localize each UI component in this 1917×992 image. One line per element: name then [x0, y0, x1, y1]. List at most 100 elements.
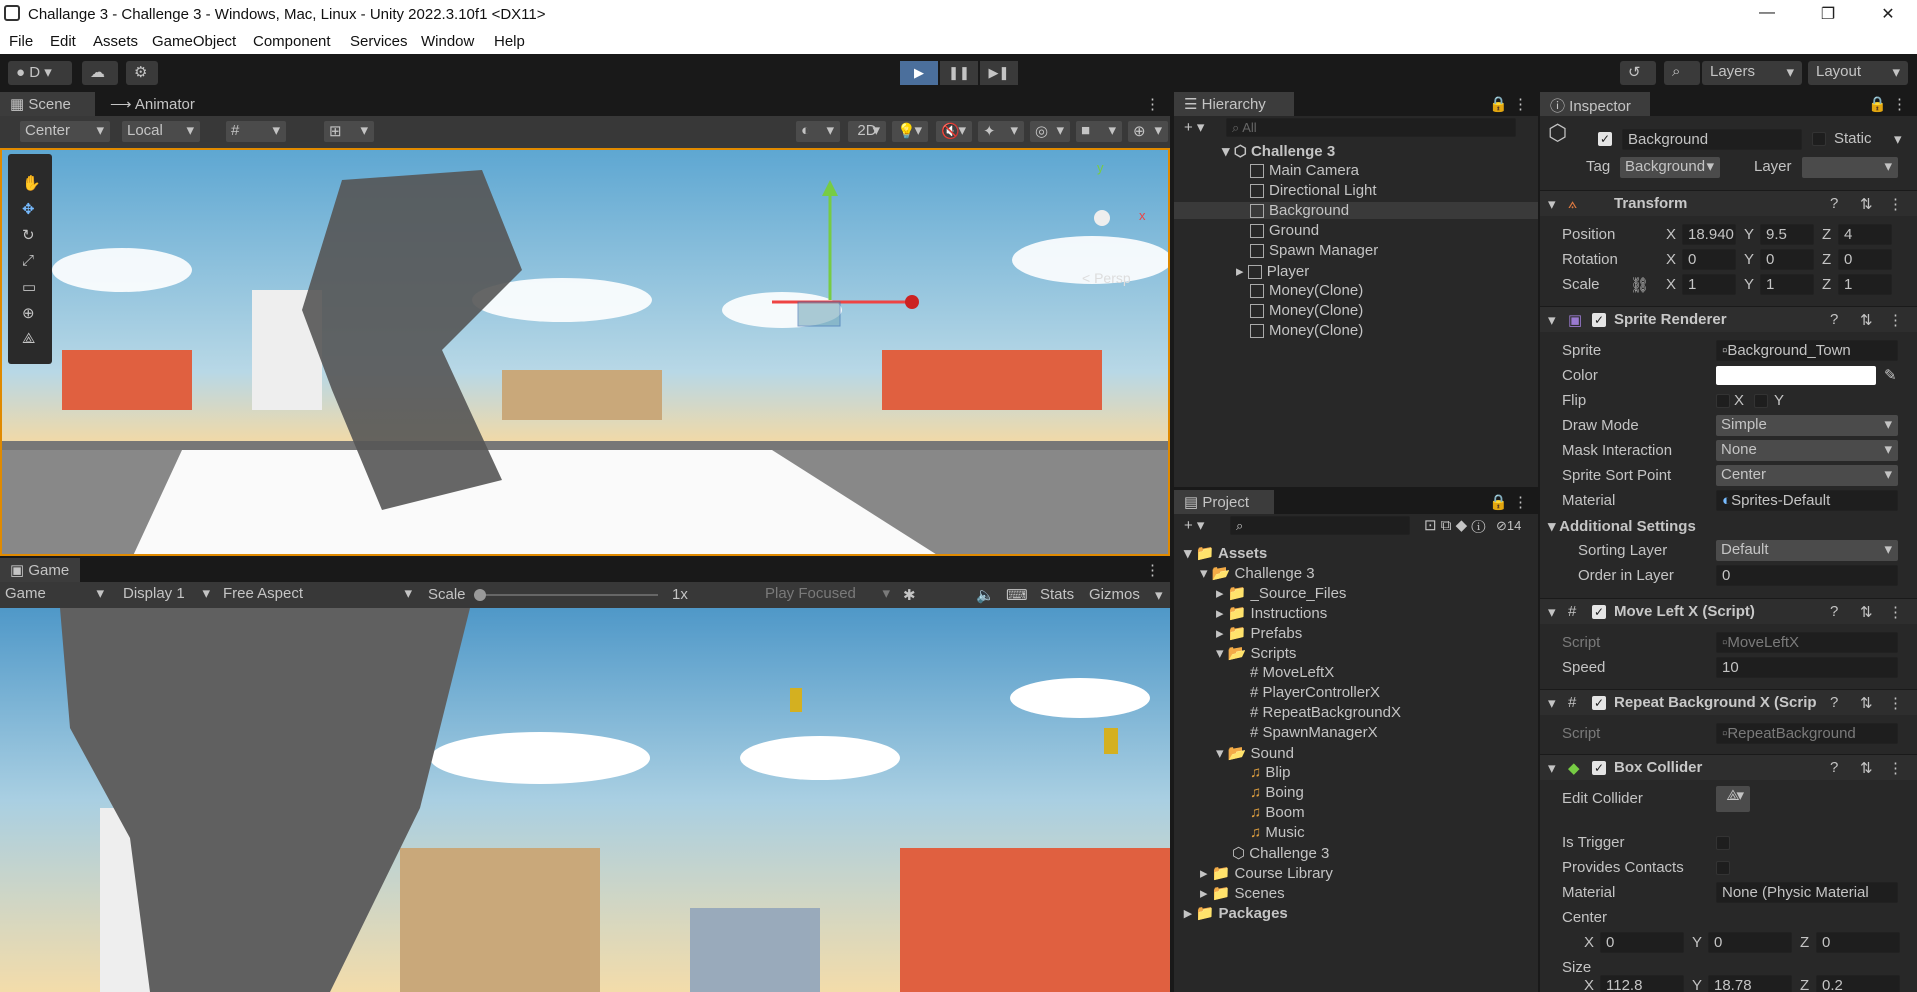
filter-icons[interactable]: ⊡ ⧉ ◆ ⓘ: [1424, 516, 1485, 534]
flip-y-checkbox[interactable]: [1754, 394, 1768, 408]
persp-label[interactable]: < Persp: [1082, 270, 1131, 286]
hierarchy-item[interactable]: Main Camera: [1250, 162, 1359, 179]
project-audio[interactable]: ♫ Music: [1250, 824, 1305, 841]
scale-slider-handle[interactable]: [474, 589, 486, 601]
hierarchy-search-input[interactable]: ⌕ All: [1226, 118, 1516, 137]
sorting-layer-dropdown[interactable]: Default: [1716, 540, 1898, 561]
tab-game[interactable]: ▣ Game: [0, 558, 80, 582]
minimize-icon[interactable]: —: [1752, 4, 1782, 22]
object-name-input[interactable]: Background: [1622, 129, 1802, 150]
flip-x-checkbox[interactable]: [1716, 394, 1730, 408]
project-scene[interactable]: ⬡ Challenge 3: [1232, 844, 1329, 862]
material-field[interactable]: ◐Sprites-Default: [1716, 490, 1898, 511]
repeat-bg-enabled-checkbox[interactable]: ✓: [1592, 696, 1606, 710]
preset-icon[interactable]: ⇅: [1860, 603, 1873, 621]
project-folder[interactable]: ▸ 📁 _Source_Files: [1216, 584, 1346, 602]
pause-button[interactable]: ❚❚: [940, 61, 978, 85]
scale-slider[interactable]: [474, 589, 658, 601]
is-trigger-checkbox[interactable]: [1716, 836, 1730, 850]
provides-contacts-checkbox[interactable]: [1716, 861, 1730, 875]
transform-header[interactable]: ▾ ⟑ Transform ? ⇅ ⋮: [1540, 190, 1917, 216]
kebab-menu-icon[interactable]: ⋮: [1513, 95, 1528, 113]
effects-dropdown[interactable]: ✦: [978, 121, 1024, 142]
rotation-y-input[interactable]: 0: [1760, 249, 1814, 270]
shading-dropdown[interactable]: ◐: [796, 121, 840, 142]
kebab-menu-icon[interactable]: ⋮: [1513, 493, 1528, 511]
sprite-field[interactable]: ▫Background_Town: [1716, 340, 1898, 361]
add-icon[interactable]: + ▾: [1184, 118, 1204, 136]
close-icon[interactable]: ✕: [1873, 4, 1903, 24]
scale-tool-icon[interactable]: ⤢: [22, 252, 34, 269]
stats-button[interactable]: Stats: [1040, 586, 1074, 603]
project-search-input[interactable]: ⌕: [1230, 516, 1410, 535]
sprite-renderer-enabled-checkbox[interactable]: ✓: [1592, 313, 1606, 327]
shortcuts-icon[interactable]: ⌨: [1006, 586, 1028, 604]
scale-y-input[interactable]: 1: [1760, 274, 1814, 295]
center-y-input[interactable]: 0: [1708, 932, 1792, 953]
hierarchy-item[interactable]: Money(Clone): [1250, 302, 1363, 319]
mode-2d-toggle[interactable]: 2D: [848, 121, 886, 142]
move-left-enabled-checkbox[interactable]: ✓: [1592, 605, 1606, 619]
kebab-menu-icon[interactable]: ⋮: [1892, 95, 1907, 113]
repeat-bg-header[interactable]: ▾ # ✓ Repeat Background X (Scrip ? ⇅ ⋮: [1540, 689, 1917, 715]
eyedropper-icon[interactable]: ✎: [1884, 366, 1897, 384]
lock-icon[interactable]: 🔒: [1489, 95, 1508, 113]
project-folder[interactable]: ▸ 📁 Course Library: [1200, 864, 1333, 882]
view-dropdown[interactable]: Game: [0, 584, 110, 605]
tab-hierarchy[interactable]: ☰ Hierarchy: [1174, 92, 1294, 116]
rect-tool-icon[interactable]: ▭: [22, 278, 36, 296]
cloud-icon[interactable]: ☁: [82, 61, 118, 85]
hierarchy-item[interactable]: ▸ Player: [1236, 262, 1309, 280]
active-checkbox[interactable]: ✓: [1598, 132, 1612, 146]
preset-icon[interactable]: ⇅: [1860, 694, 1873, 712]
project-script[interactable]: # SpawnManagerX: [1250, 724, 1378, 741]
size-y-input[interactable]: 18.78: [1708, 975, 1792, 992]
menu-file[interactable]: File: [9, 33, 33, 50]
help-icon[interactable]: ?: [1830, 694, 1838, 711]
project-folder[interactable]: ▸ 📁 Packages: [1184, 904, 1288, 922]
project-script[interactable]: # RepeatBackgroundX: [1250, 704, 1401, 721]
create-icon[interactable]: + ▾: [1184, 516, 1204, 534]
project-folder[interactable]: ▾ 📂 Sound: [1216, 744, 1294, 762]
history-icon[interactable]: ↺: [1620, 61, 1656, 85]
help-icon[interactable]: ?: [1830, 311, 1838, 328]
menu-gameobject[interactable]: GameObject: [152, 33, 236, 50]
project-folder[interactable]: ▾ 📂 Challenge 3: [1200, 564, 1315, 582]
project-folder[interactable]: ▾ 📂 Scripts: [1216, 644, 1296, 662]
audio-icon[interactable]: 🔇: [936, 121, 972, 142]
component-menu-icon[interactable]: ⋮: [1888, 603, 1903, 621]
position-x-input[interactable]: 18.940: [1682, 224, 1736, 245]
component-menu-icon[interactable]: ⋮: [1888, 195, 1903, 213]
menu-assets[interactable]: Assets: [93, 33, 138, 50]
layers-dropdown[interactable]: Layers ▾: [1702, 61, 1802, 85]
color-swatch[interactable]: [1716, 366, 1876, 385]
gizmos-dropdown[interactable]: ⊕: [1128, 121, 1168, 142]
aspect-dropdown[interactable]: Free Aspect: [218, 584, 418, 605]
collab-icon[interactable]: ⚙: [126, 61, 158, 85]
bug-icon[interactable]: ✱: [903, 586, 916, 604]
menu-services[interactable]: Services: [350, 33, 408, 50]
tab-animator[interactable]: ⟶ Animator: [100, 92, 205, 116]
game-viewport[interactable]: [0, 608, 1170, 992]
hierarchy-item[interactable]: Spawn Manager: [1250, 242, 1378, 259]
transform-tool-icon[interactable]: ⊕: [22, 304, 35, 322]
rotation-x-input[interactable]: 0: [1682, 249, 1736, 270]
box-collider-enabled-checkbox[interactable]: ✓: [1592, 761, 1606, 775]
speed-input[interactable]: 10: [1716, 657, 1898, 678]
center-x-input[interactable]: 0: [1600, 932, 1684, 953]
preset-icon[interactable]: ⇅: [1860, 195, 1873, 213]
sprite-renderer-header[interactable]: ▾ ▣ ✓ Sprite Renderer ? ⇅ ⋮: [1540, 306, 1917, 332]
step-button[interactable]: ▶❚: [980, 61, 1018, 85]
account-dropdown[interactable]: ● D ▾: [8, 61, 72, 85]
visibility-icon[interactable]: ◎: [1030, 121, 1070, 142]
edit-collider-button[interactable]: ⟁: [1716, 786, 1750, 812]
layout-dropdown[interactable]: Layout ▾: [1808, 61, 1908, 85]
hierarchy-item[interactable]: Ground: [1250, 222, 1319, 239]
scale-x-input[interactable]: 1: [1682, 274, 1736, 295]
hand-tool-icon[interactable]: ✋: [22, 174, 41, 192]
grid-snap-dropdown[interactable]: #: [226, 121, 286, 142]
hierarchy-item[interactable]: Directional Light: [1250, 182, 1377, 199]
menu-edit[interactable]: Edit: [50, 33, 76, 50]
hierarchy-item-selected[interactable]: Background: [1174, 202, 1538, 219]
static-checkbox[interactable]: [1812, 132, 1826, 146]
